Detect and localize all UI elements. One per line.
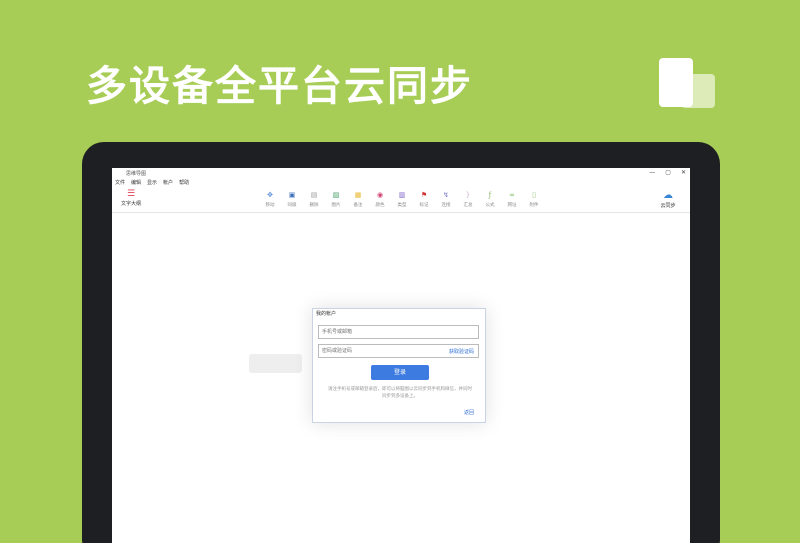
menu-file[interactable]: 文件 — [115, 179, 125, 186]
phone-or-email-input[interactable] — [318, 325, 479, 339]
mindmap-node-placeholder[interactable] — [249, 354, 302, 373]
formula-icon: ƒ — [488, 191, 492, 199]
menu-account[interactable]: 帐户 — [163, 179, 173, 186]
tool-label: 网址 — [507, 203, 517, 208]
tool-label: 类型 — [397, 203, 407, 208]
tool-color[interactable]: ◉ 颜色 — [372, 191, 388, 208]
tool-label: 连接 — [441, 203, 451, 208]
cloud-sync-button[interactable]: ☁ 云同步 — [656, 190, 680, 209]
menu-edit[interactable]: 编辑 — [131, 179, 141, 186]
type-icon: ▥ — [398, 191, 406, 199]
list-icon: ☰ — [126, 189, 136, 199]
tool-flag[interactable]: ⚑ 标记 — [416, 191, 432, 208]
menu-view[interactable]: 显示 — [147, 179, 157, 186]
link-icon: ∞ — [509, 191, 515, 199]
cloud-icon: ☁ — [663, 190, 673, 201]
tool-label: 附件 — [529, 203, 539, 208]
tool-attachment[interactable]: ▯ 附件 — [526, 191, 542, 208]
tool-connect[interactable]: ↯ 连接 — [438, 191, 454, 208]
cloud-sync-label: 云同步 — [660, 203, 676, 209]
get-code-link[interactable]: 获取验证码 — [449, 348, 474, 355]
outline-label: 文字大纲 — [120, 201, 141, 207]
tool-summary[interactable]: } 汇总 — [460, 191, 476, 208]
tool-note[interactable]: ▦ 备注 — [350, 191, 366, 208]
login-button[interactable]: 登录 — [371, 365, 429, 380]
image-icon: ▨ — [332, 191, 340, 199]
tool-label: 移动 — [265, 203, 275, 208]
color-icon: ◉ — [376, 191, 384, 199]
tool-sibling-node[interactable]: ▣ 同级 — [284, 191, 300, 208]
flag-icon: ⚑ — [420, 191, 428, 199]
back-link[interactable]: 返回 — [464, 409, 474, 416]
tool-label: 汇总 — [463, 203, 473, 208]
menu-help[interactable]: 帮助 — [179, 179, 189, 186]
tool-group: ✥ 移动 ▣ 同级 ▤ 删除 ▨ 图片 ▦ 备注 ◉ 颜色 ▥ 类型 ⚑ 标记 ↯ 连接} 汇总 ƒ 公式 ∞ 网址 ▯ 附件 — [262, 191, 542, 208]
tool-delete[interactable]: ▤ 删除 — [306, 191, 322, 208]
tool-type[interactable]: ▥ 类型 — [394, 191, 410, 208]
attachment-icon: ▯ — [532, 191, 536, 199]
tool-label: 公式 — [485, 203, 495, 208]
tool-label: 标记 — [419, 203, 429, 208]
tool-image[interactable]: ▨ 图片 — [328, 191, 344, 208]
tool-formula[interactable]: ƒ 公式 — [482, 191, 498, 208]
connect-icon: ↯ — [443, 191, 449, 199]
headline: 多设备全平台云同步 — [86, 62, 473, 110]
tool-label: 删除 — [309, 203, 319, 208]
close-button[interactable]: ✕ — [681, 169, 686, 176]
sync-devices-logo-icon — [659, 58, 717, 110]
summary-icon: } — [465, 191, 471, 199]
window-title: 思维导图 — [126, 170, 147, 177]
tool-label: 颜色 — [375, 203, 385, 208]
title-bar: 思维导图 — ▢ ✕ — [112, 168, 690, 178]
tool-label: 图片 — [331, 203, 341, 208]
tool-label: 同级 — [287, 203, 297, 208]
minimize-button[interactable]: — — [649, 169, 655, 176]
tool-label: 备注 — [353, 203, 363, 208]
note-icon: ▦ — [354, 191, 362, 199]
tool-link[interactable]: ∞ 网址 — [504, 191, 520, 208]
login-hint: 请注手机号或邮箱登录后，即可以将脑图以云同步到手机和微信，并同时同步到多设备上。 — [328, 387, 472, 399]
menu-bar: 文件 编辑 显示 帐户 帮助 — [112, 178, 690, 187]
login-dialog: 我的帐户 获取验证码 登录 请注手机号或邮箱登录后，即可以将脑图以云同步到手机和… — [312, 308, 486, 423]
sibling-node-icon: ▣ — [288, 191, 296, 199]
maximize-button[interactable]: ▢ — [665, 169, 671, 176]
tool-move[interactable]: ✥ 移动 — [262, 191, 278, 208]
dialog-title: 我的帐户 — [316, 311, 337, 317]
move-icon: ✥ — [267, 191, 273, 199]
outline-button[interactable]: ☰ 文字大纲 — [120, 189, 142, 207]
toolbar: ☰ 文字大纲 ✥ 移动 ▣ 同级 ▤ 删除 ▨ 图片 ▦ 备注 ◉ 颜色 ▥ 类型 ⚑ 标记 ↯ 连接} 汇总 ƒ 公式… — [112, 187, 690, 213]
delete-icon: ▤ — [310, 191, 318, 199]
